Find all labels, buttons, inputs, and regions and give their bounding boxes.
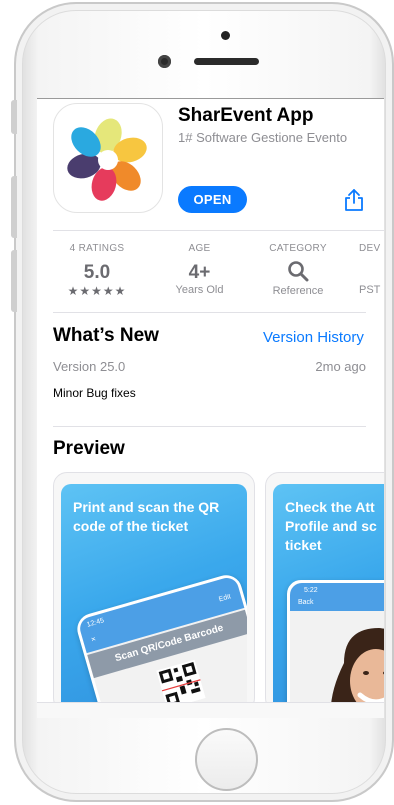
release-age: 2mo ago bbox=[315, 359, 366, 374]
proximity-sensor bbox=[221, 31, 230, 40]
app-store-screen: SharEvent App 1# Software Gestione Event… bbox=[37, 98, 384, 718]
star-icon: ★★★★★ bbox=[67, 284, 127, 298]
release-notes: Minor Bug fixes bbox=[53, 386, 136, 400]
category-sub: Reference bbox=[272, 285, 324, 297]
app-subtitle: 1# Software Gestione Evento bbox=[178, 130, 348, 145]
preview-caption: Print and scan the QR code of the ticket bbox=[73, 499, 220, 534]
front-camera bbox=[158, 55, 171, 68]
home-button[interactable] bbox=[195, 728, 258, 791]
sharevent-logo-icon bbox=[67, 118, 147, 201]
whats-new-title: What’s New bbox=[53, 325, 159, 346]
share-icon[interactable] bbox=[343, 188, 365, 212]
age-value: 4+ bbox=[188, 262, 211, 283]
divider bbox=[53, 312, 366, 313]
mock-phone: 5:22 Back bbox=[287, 580, 384, 711]
tab-bar bbox=[37, 702, 384, 718]
games-tab-icon[interactable] bbox=[127, 708, 145, 718]
age-sub: Years Old bbox=[175, 284, 224, 296]
volume-down-button bbox=[11, 250, 17, 312]
category-info[interactable]: CATEGORY Reference bbox=[259, 243, 337, 297]
preview-screenshot-1[interactable]: Print and scan the QR code of the ticket… bbox=[53, 472, 255, 712]
developer-info[interactable]: DEV PST bbox=[359, 243, 384, 296]
preview-screenshot-2[interactable]: Check the Att Profile and sc ticket 5:22… bbox=[265, 472, 384, 712]
age-info: AGE 4+ Years Old bbox=[162, 243, 237, 296]
today-tab-icon[interactable] bbox=[57, 708, 75, 718]
search-tab-icon[interactable] bbox=[337, 708, 355, 718]
apps-tab-icon[interactable] bbox=[197, 708, 215, 718]
divider bbox=[53, 426, 366, 427]
mock-phone: 12:45 Edit × Scan QR/Code Barcode bbox=[73, 571, 247, 711]
app-title: SharEvent App bbox=[178, 105, 314, 126]
category-label: CATEGORY bbox=[269, 243, 327, 254]
age-label: AGE bbox=[188, 243, 211, 254]
profile-photo bbox=[330, 628, 384, 711]
developer-sub: PST bbox=[359, 284, 381, 296]
app-icon[interactable] bbox=[53, 103, 163, 213]
preview-title: Preview bbox=[53, 438, 125, 459]
volume-up-button bbox=[11, 176, 17, 238]
mute-switch bbox=[11, 100, 17, 134]
open-button[interactable]: OPEN bbox=[178, 186, 247, 213]
developer-label: DEV bbox=[359, 243, 381, 254]
ratings-info[interactable]: 4 RATINGS 5.0 ★★★★★ bbox=[57, 243, 137, 298]
earpiece-speaker bbox=[194, 58, 259, 65]
updates-tab-icon[interactable] bbox=[267, 708, 285, 718]
divider bbox=[53, 230, 384, 231]
preview-caption: Check the Att Profile and sc ticket bbox=[285, 499, 377, 553]
version-text: Version 25.0 bbox=[53, 359, 126, 374]
magnifier-icon bbox=[288, 261, 309, 282]
version-history-link[interactable]: Version History bbox=[263, 329, 364, 346]
ratings-label: 4 RATINGS bbox=[69, 243, 125, 254]
rating-value: 5.0 bbox=[83, 262, 111, 283]
